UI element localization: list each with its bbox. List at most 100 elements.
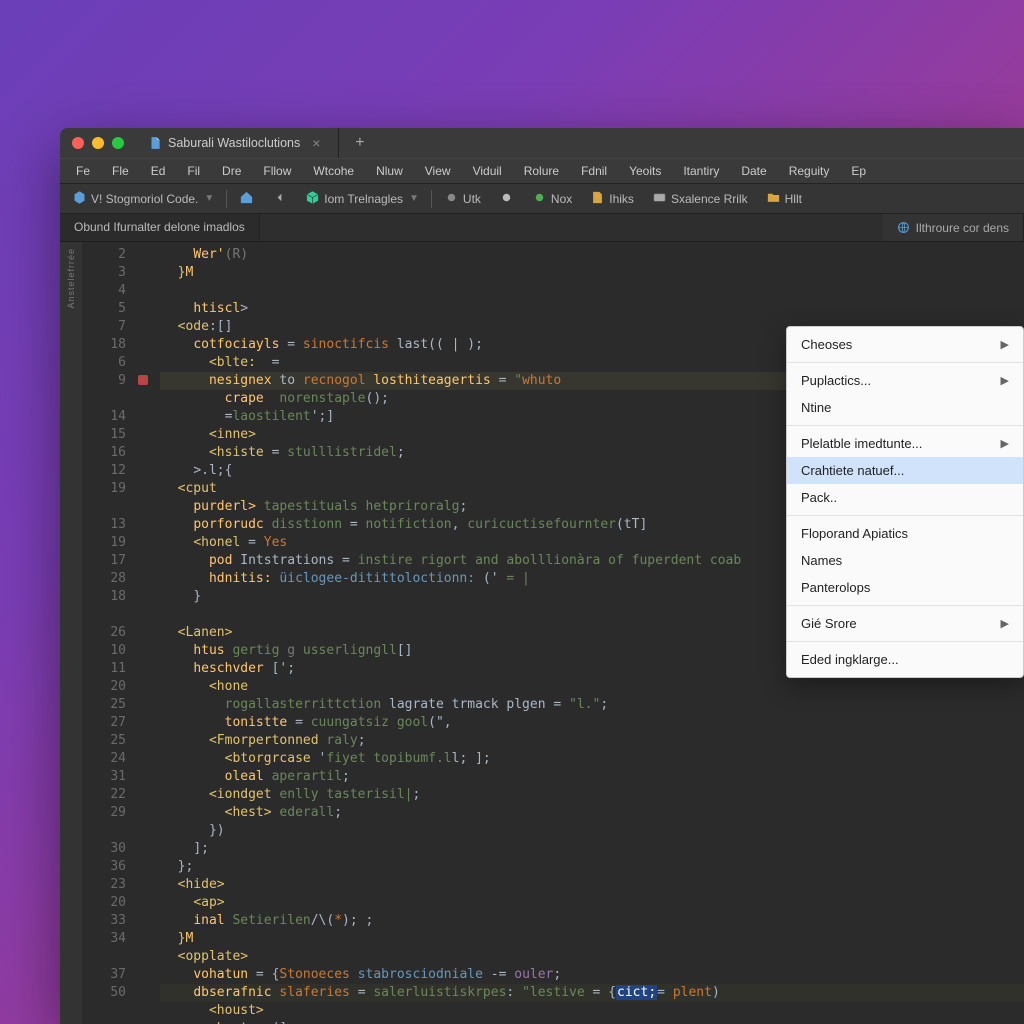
- line-gutter[interactable]: 2345718691415161219131917281826101120252…: [82, 242, 138, 1024]
- menu-item[interactable]: Yeoits: [619, 161, 671, 181]
- line-number[interactable]: 50: [82, 984, 126, 1002]
- toolbar-button[interactable]: Iom Trelnagles▼: [299, 188, 425, 210]
- menu-item[interactable]: Fle: [102, 161, 139, 181]
- side-rail[interactable]: Anstelefrrée: [60, 242, 82, 1024]
- menu-item[interactable]: Rolure: [514, 161, 569, 181]
- toolbar-button[interactable]: [266, 188, 293, 210]
- code-line[interactable]: htiscl>: [160, 300, 1024, 318]
- window-tab[interactable]: Saburali Wastiloclutions ×: [136, 128, 339, 158]
- close-tab-button[interactable]: ×: [312, 136, 326, 150]
- fold-gutter[interactable]: [138, 242, 154, 1024]
- menu-item[interactable]: Nluw: [366, 161, 413, 181]
- menu-item[interactable]: Fe: [66, 161, 100, 181]
- line-number[interactable]: 27: [82, 714, 126, 732]
- line-number[interactable]: 3: [82, 264, 126, 282]
- line-number[interactable]: [82, 390, 126, 408]
- menu-item[interactable]: Date: [731, 161, 776, 181]
- context-menu-item[interactable]: Names: [787, 547, 1023, 574]
- line-number[interactable]: 14: [82, 408, 126, 426]
- line-number[interactable]: 36: [82, 858, 126, 876]
- code-line[interactable]: ];: [160, 840, 1024, 858]
- context-menu-item[interactable]: Plelatble imedtunte...▶: [787, 430, 1023, 457]
- code-line[interactable]: <ap>: [160, 894, 1024, 912]
- code-line[interactable]: <hide>: [160, 876, 1024, 894]
- context-menu-item[interactable]: Panterolops: [787, 574, 1023, 601]
- code-line[interactable]: <iondget enlly tasterisil|;: [160, 786, 1024, 804]
- code-line[interactable]: <best = (];: [160, 1020, 1024, 1024]
- context-menu-item[interactable]: Eded ingklarge...: [787, 646, 1023, 673]
- context-menu-item[interactable]: Pack..: [787, 484, 1023, 511]
- line-number[interactable]: 22: [82, 786, 126, 804]
- line-number[interactable]: 11: [82, 660, 126, 678]
- code-line[interactable]: rogallasterrittction lagrate trmack plge…: [160, 696, 1024, 714]
- context-menu-item[interactable]: Cheoses▶: [787, 331, 1023, 358]
- line-number[interactable]: 9: [82, 372, 126, 390]
- editor-tab-secondary[interactable]: Ilthroure cor dens: [883, 214, 1024, 241]
- menu-item[interactable]: Dre: [212, 161, 251, 181]
- editor-tab-active[interactable]: Obund Ifurnalter delone imadlos: [60, 214, 260, 241]
- code-line[interactable]: }): [160, 822, 1024, 840]
- code-line[interactable]: vohatun = {Stonoeces stabrosciodniale -=…: [160, 966, 1024, 984]
- menu-item[interactable]: Ed: [141, 161, 176, 181]
- code-line[interactable]: <Fmorpertonned raly;: [160, 732, 1024, 750]
- line-number[interactable]: 7: [82, 318, 126, 336]
- menu-item[interactable]: View: [415, 161, 461, 181]
- line-number[interactable]: 28: [82, 570, 126, 588]
- line-number[interactable]: 2: [82, 246, 126, 264]
- line-number[interactable]: 24: [82, 750, 126, 768]
- line-number[interactable]: 30: [82, 840, 126, 858]
- line-number[interactable]: [82, 948, 126, 966]
- new-tab-button[interactable]: +: [355, 136, 369, 150]
- context-menu-item[interactable]: Ntine: [787, 394, 1023, 421]
- menu-item[interactable]: Fil: [177, 161, 210, 181]
- toolbar-button[interactable]: [493, 188, 520, 210]
- line-number[interactable]: 18: [82, 588, 126, 606]
- code-line[interactable]: <houst>: [160, 1002, 1024, 1020]
- line-number[interactable]: 20: [82, 894, 126, 912]
- toolbar-button[interactable]: Nox: [526, 188, 578, 210]
- code-line[interactable]: <btorgrcase 'fiyet topibumf.ll; ];: [160, 750, 1024, 768]
- line-number[interactable]: 25: [82, 696, 126, 714]
- line-number[interactable]: 31: [82, 768, 126, 786]
- toolbar-button[interactable]: Ihiks: [584, 188, 640, 210]
- code-line[interactable]: };: [160, 858, 1024, 876]
- close-window-button[interactable]: [72, 137, 84, 149]
- code-line[interactable]: <opplate>: [160, 948, 1024, 966]
- menu-item[interactable]: Reguity: [779, 161, 840, 181]
- line-number[interactable]: 37: [82, 966, 126, 984]
- toolbar-button[interactable]: Sxalence Rrilk: [646, 188, 754, 210]
- line-number[interactable]: 33: [82, 912, 126, 930]
- menu-item[interactable]: Ep: [841, 161, 876, 181]
- line-number[interactable]: 26: [82, 624, 126, 642]
- line-number[interactable]: [82, 498, 126, 516]
- breakpoint-icon[interactable]: [138, 375, 148, 385]
- line-number[interactable]: 34: [82, 930, 126, 948]
- context-menu-item[interactable]: Puplactics...▶: [787, 367, 1023, 394]
- line-number[interactable]: [82, 606, 126, 624]
- line-number[interactable]: 13: [82, 516, 126, 534]
- minimize-window-button[interactable]: [92, 137, 104, 149]
- code-line[interactable]: dbserafnic slaferies = salerluistiskrpes…: [160, 984, 1024, 1002]
- context-menu-item[interactable]: Gié Srore▶: [787, 610, 1023, 637]
- menu-item[interactable]: Wtcohe: [303, 161, 364, 181]
- code-line[interactable]: [160, 282, 1024, 300]
- line-number[interactable]: 12: [82, 462, 126, 480]
- line-number[interactable]: 20: [82, 678, 126, 696]
- line-number[interactable]: 17: [82, 552, 126, 570]
- line-number[interactable]: 6: [82, 354, 126, 372]
- menu-item[interactable]: Itantiry: [673, 161, 729, 181]
- toolbar-button[interactable]: V! Stogmoriol Code.▼: [66, 188, 220, 210]
- line-number[interactable]: 18: [82, 336, 126, 354]
- line-number[interactable]: 19: [82, 480, 126, 498]
- menu-item[interactable]: Fdnil: [571, 161, 617, 181]
- menu-item[interactable]: Viduil: [463, 161, 512, 181]
- code-line[interactable]: }M: [160, 264, 1024, 282]
- code-line[interactable]: <hest> ederall;: [160, 804, 1024, 822]
- toolbar-button[interactable]: [233, 188, 260, 210]
- code-line[interactable]: inal Setierilen/\(*); ;: [160, 912, 1024, 930]
- line-number[interactable]: 25: [82, 732, 126, 750]
- line-number[interactable]: 19: [82, 534, 126, 552]
- line-number[interactable]: [82, 822, 126, 840]
- line-number[interactable]: 5: [82, 300, 126, 318]
- menu-item[interactable]: Fllow: [253, 161, 301, 181]
